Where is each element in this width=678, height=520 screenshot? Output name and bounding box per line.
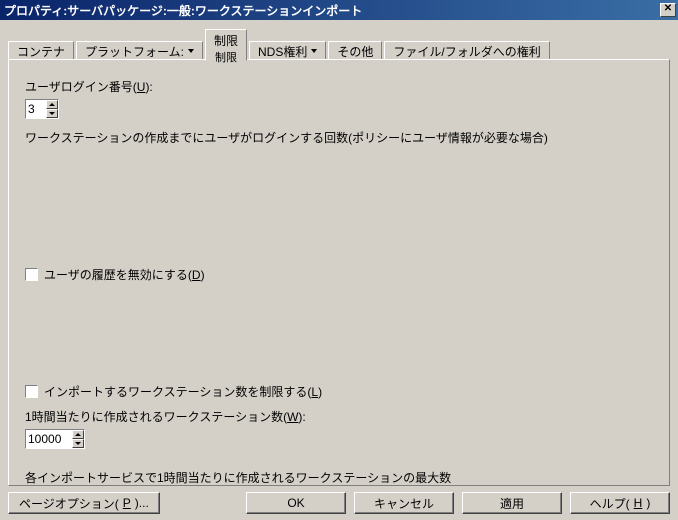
limit-import-label: インポートするワークステーション数を制限する(L) <box>44 383 322 400</box>
spin-down-button[interactable] <box>72 439 84 448</box>
titlebar: プロパティ:サーバパッケージ:一般:ワークステーションインポート ✕ <box>0 0 678 20</box>
disable-history-label: ユーザの履歴を無効にする(D) <box>44 266 205 283</box>
chevron-down-icon <box>188 49 194 53</box>
tab-label: その他 <box>337 43 373 60</box>
rate-help-text: 各インポートサービスで1時間当たりに作成されるワークステーションの最大数 <box>25 469 653 486</box>
tab-misc[interactable]: その他 <box>328 41 382 61</box>
tab-sublabel: 制限 <box>215 49 237 65</box>
tab-nds-rights[interactable]: NDS権利 <box>249 41 326 61</box>
login-number-label: ユーザログイン番号(U): <box>25 78 653 95</box>
tab-label: プラットフォーム: <box>85 43 184 60</box>
tab-bar: コンテナ プラットフォーム: 制限 制限 NDS権利 その他 ファイル/フォルダ… <box>8 28 670 60</box>
limit-import-checkbox[interactable] <box>25 385 38 398</box>
tab-label: 制限 <box>214 32 238 49</box>
rate-spinner[interactable] <box>25 429 85 449</box>
rate-label: 1時間当たりに作成されるワークステーション数(W): <box>25 408 653 425</box>
spin-up-button[interactable] <box>72 430 84 439</box>
login-number-spinner[interactable] <box>25 99 59 119</box>
tab-label: コンテナ <box>17 43 65 60</box>
tab-label: NDS権利 <box>258 43 307 60</box>
apply-button[interactable]: 適用 <box>462 492 562 514</box>
tab-label: ファイル/フォルダへの権利 <box>393 43 540 60</box>
chevron-down-icon <box>311 49 317 53</box>
page-options-button[interactable]: ページオプション(P)... <box>8 492 160 514</box>
disable-history-checkbox[interactable] <box>25 268 38 281</box>
login-help-text: ワークステーションの作成までにユーザがログインする回数(ポリシーにユーザ情報が必… <box>25 129 653 146</box>
ok-button[interactable]: OK <box>246 492 346 514</box>
login-number-input[interactable] <box>26 100 46 118</box>
button-row: ページオプション(P)... OK キャンセル 適用 ヘルプ(H) <box>8 492 670 514</box>
spin-up-button[interactable] <box>46 100 58 109</box>
window-title: プロパティ:サーバパッケージ:一般:ワークステーションインポート <box>4 2 362 19</box>
tab-container[interactable]: コンテナ <box>8 41 74 61</box>
tab-platform[interactable]: プラットフォーム: <box>76 41 203 61</box>
close-button[interactable]: ✕ <box>660 3 676 17</box>
tab-filefolder[interactable]: ファイル/フォルダへの権利 <box>384 41 549 61</box>
help-button[interactable]: ヘルプ(H) <box>570 492 670 514</box>
spin-down-button[interactable] <box>46 109 58 118</box>
tab-panel: ユーザログイン番号(U): ワークステーションの作成までにユーザがログインする回… <box>8 59 670 486</box>
tab-limits[interactable]: 制限 制限 <box>205 29 247 61</box>
cancel-button[interactable]: キャンセル <box>354 492 454 514</box>
rate-input[interactable] <box>26 430 72 448</box>
